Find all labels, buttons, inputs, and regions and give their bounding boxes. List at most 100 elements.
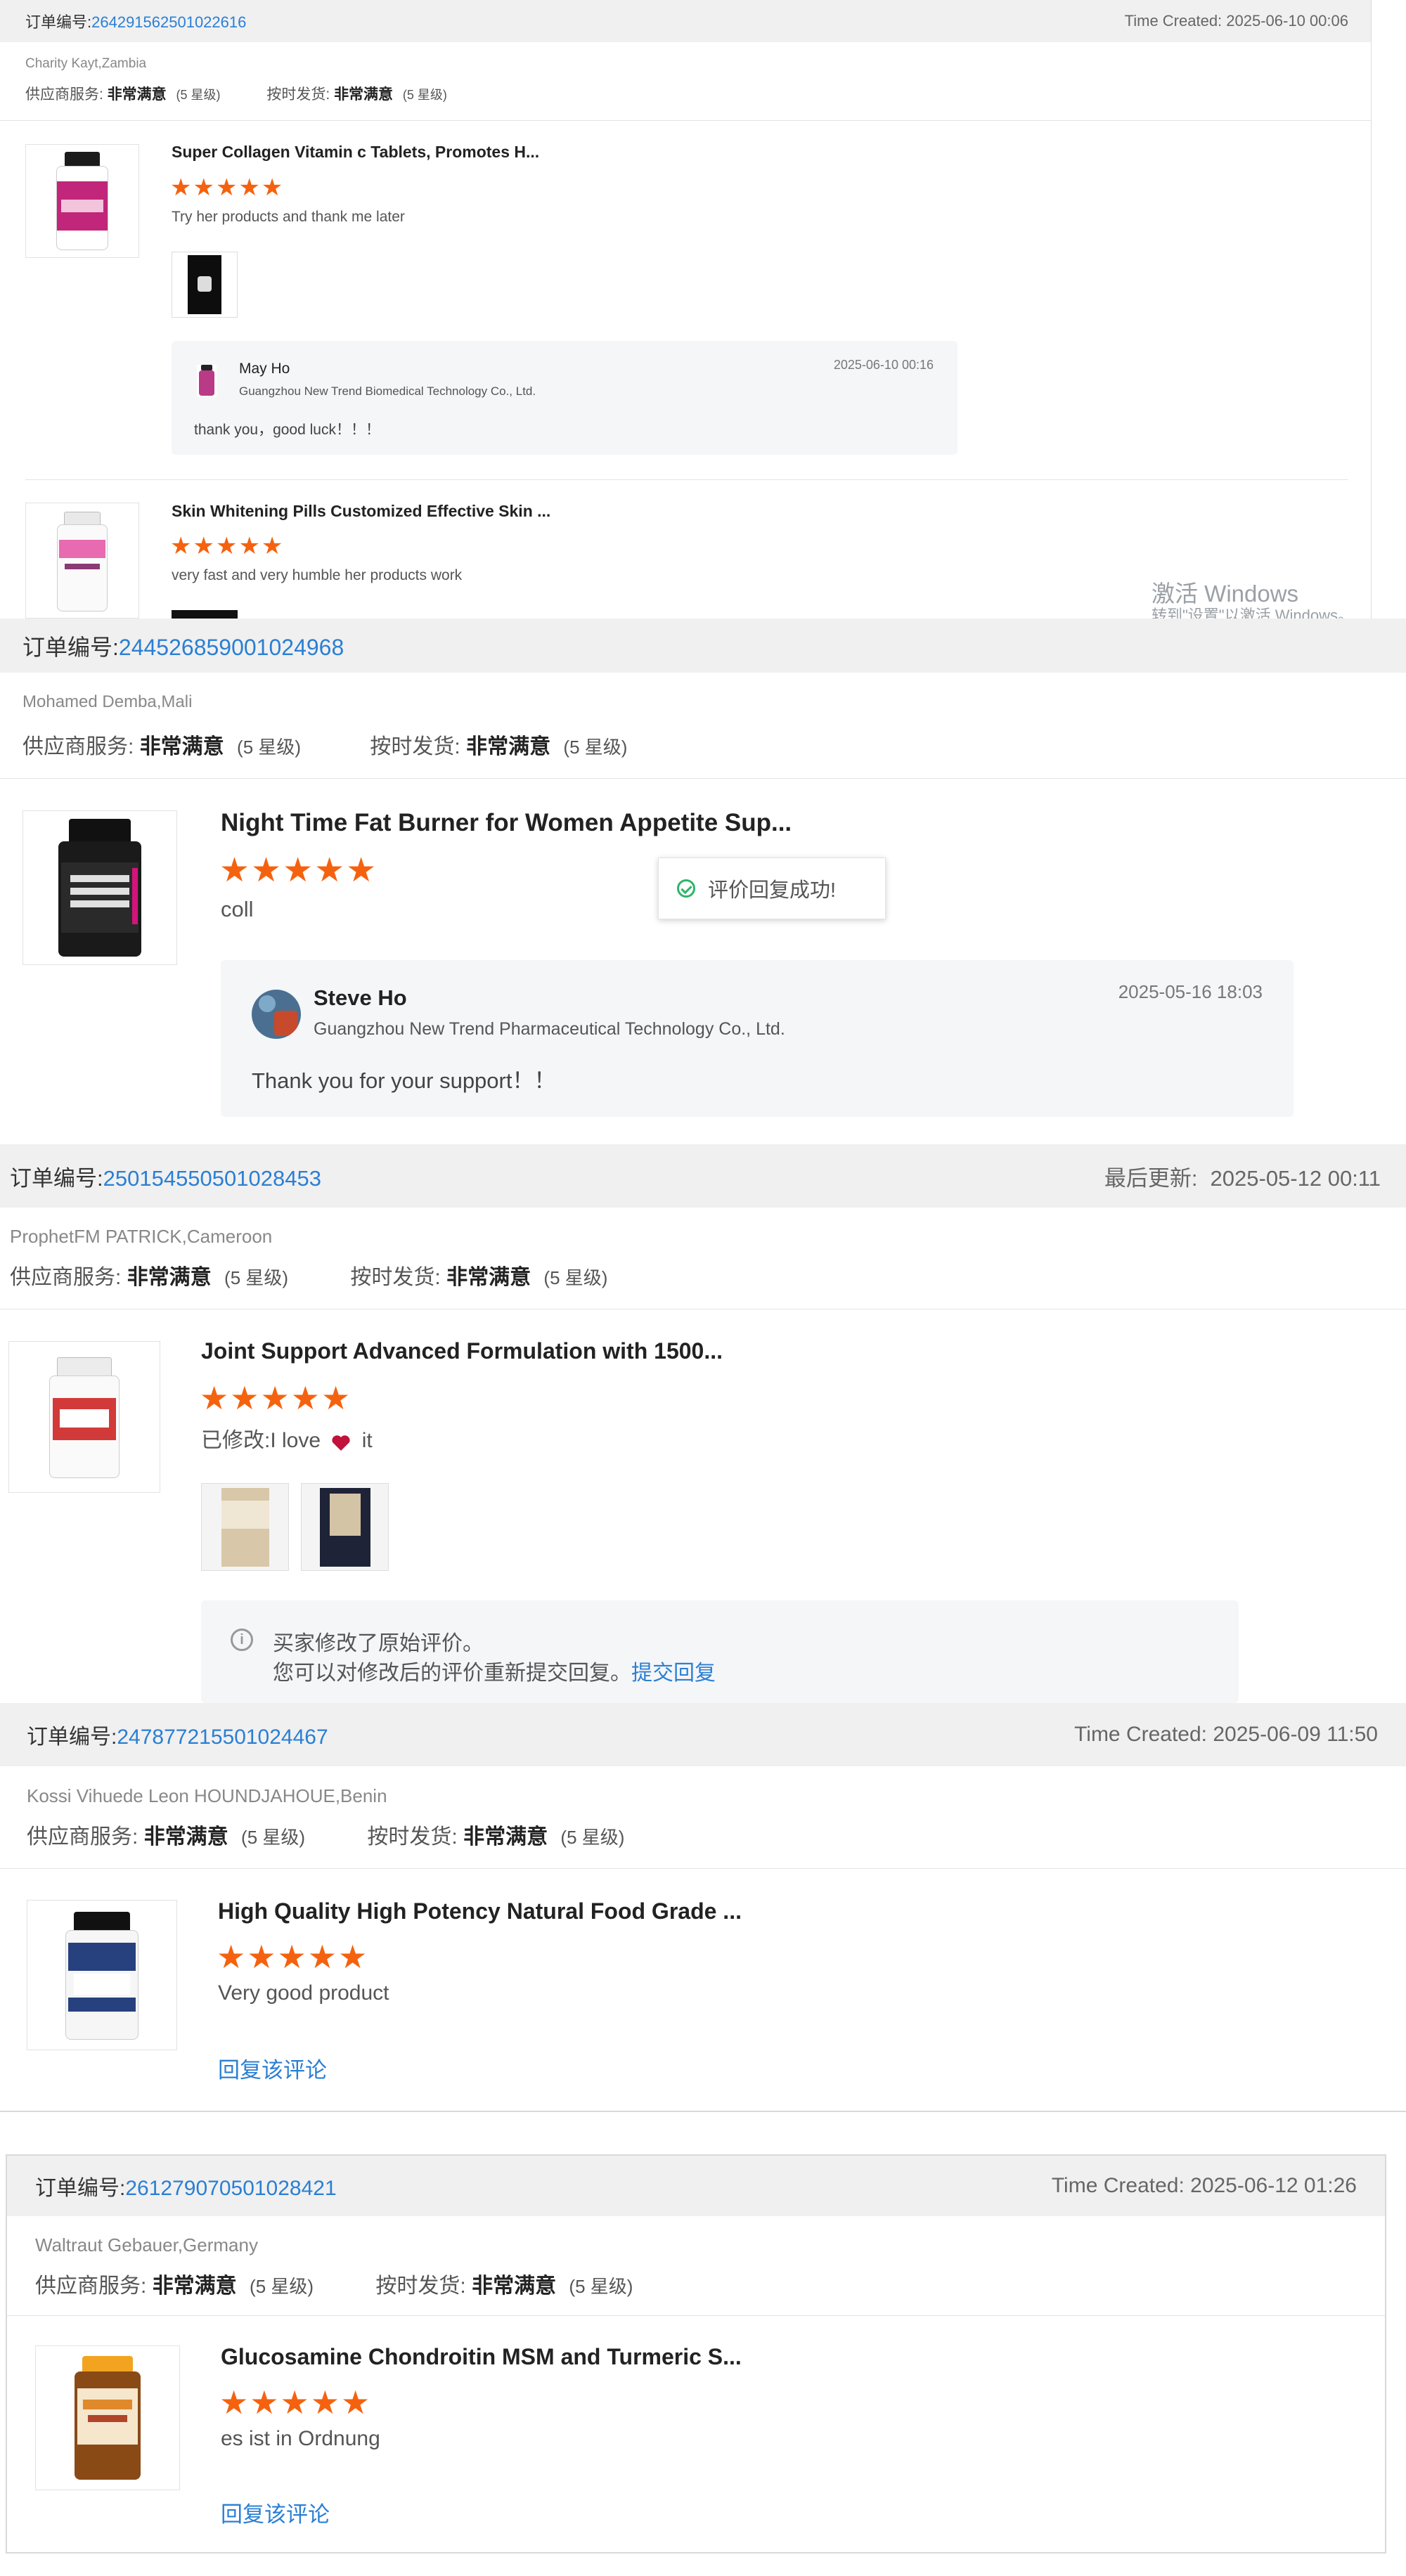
service-level: (5 星级) — [250, 2276, 314, 2297]
product-thumbnail[interactable] — [22, 810, 177, 965]
order-number-label: 订单编号: — [25, 13, 92, 31]
modified-comment-text: 已修改:I love — [201, 1429, 321, 1452]
buyer-name: ProphetFM PATRICK,Cameroon — [10, 1226, 273, 1247]
star-rating: ★★★★★ — [170, 533, 285, 559]
reply-to-review-link[interactable]: 回复该评论 — [218, 2052, 327, 2084]
time-created: Time Created: 2025-06-09 11:50 — [1074, 1723, 1378, 1746]
star-rating: ★★★★★ — [219, 2384, 372, 2421]
reply-to-review-link[interactable]: 回复该评论 — [221, 2497, 330, 2528]
service-level: (5 星级) — [224, 1267, 289, 1288]
order-number-link[interactable]: 250154550501028453 — [103, 1166, 321, 1191]
order-number-link[interactable]: 264291562501022616 — [91, 13, 246, 31]
order-header: 订单编号:261279070501028421 Time Created: 20… — [7, 2156, 1385, 2216]
reply-text: Thank you for your support！！ — [252, 1068, 556, 1093]
reply-date: 2025-06-10 00:16 — [833, 358, 934, 372]
order-number-label: 订单编号: — [35, 2177, 126, 2200]
review-photo[interactable] — [172, 610, 238, 619]
order-header: 订单编号:264291562501022616 Time Created: 20… — [0, 0, 1371, 42]
shipping-level: (5 星级) — [560, 1827, 625, 1848]
review-photo[interactable] — [301, 1483, 389, 1571]
seller-reply: Steve Ho Guangzhou New Trend Pharmaceuti… — [221, 960, 1294, 1117]
joint-support-bottle-image — [49, 1357, 120, 1478]
reply-text: thank you，good luck！！！ — [194, 422, 380, 438]
review-comment: es ist in Ordnung — [221, 2427, 380, 2450]
toast-message: 评价回复成功! — [708, 879, 837, 902]
skin-whitening-bottle-image — [56, 511, 108, 611]
product-thumbnail[interactable] — [27, 1900, 177, 2050]
order-number-link[interactable]: 244526859001024968 — [119, 635, 344, 660]
product-title[interactable]: High Quality High Potency Natural Food G… — [218, 1898, 742, 1924]
review-comment: Very good product — [218, 1981, 389, 2005]
order-card-5: 订单编号:261279070501028421 Time Created: 20… — [6, 2154, 1386, 2554]
service-label: 供应商服务: — [22, 735, 134, 758]
product-title[interactable]: Joint Support Advanced Formulation with … — [201, 1338, 723, 1364]
last-updated-label: 最后更新: — [1104, 1165, 1198, 1191]
order-number-label: 订单编号: — [27, 1726, 117, 1749]
success-toast: 评价回复成功! — [658, 857, 886, 919]
order-card-1: 订单编号:264291562501022616 Time Created: 20… — [0, 0, 1372, 619]
check-circle-icon — [677, 879, 695, 898]
review-comment: coll — [221, 897, 254, 921]
reply-company: Guangzhou New Trend Pharmaceutical Techn… — [314, 1019, 785, 1039]
shipping-level: (5 星级) — [563, 737, 628, 758]
product-thumbnail[interactable] — [8, 1341, 160, 1493]
submit-reply-link[interactable]: 提交回复 — [631, 1662, 716, 1685]
product-thumbnail[interactable] — [25, 144, 139, 258]
buyer-name: Mohamed Demba,Mali — [22, 692, 193, 711]
service-rating: 非常满意 — [152, 2274, 237, 2298]
product-thumbnail[interactable] — [25, 503, 139, 619]
garlic-bottle-image — [65, 1912, 138, 2040]
product-title[interactable]: Glucosamine Chondroitin MSM and Turmeric… — [221, 2344, 742, 2370]
buyer-name: Charity Kayt,Zambia — [25, 56, 147, 71]
last-updated-value: 2025-05-12 00:11 — [1210, 1165, 1381, 1191]
order-header: 订单编号:244526859001024968 — [0, 619, 1406, 673]
order-number-label: 订单编号: — [22, 634, 119, 660]
star-rating: ★★★★★ — [170, 174, 285, 201]
shipping-rating: 非常满意 — [472, 2274, 557, 2298]
order-number-link[interactable]: 247877215501024467 — [117, 1726, 328, 1749]
star-rating: ★★★★★ — [217, 1939, 369, 1975]
shipping-rating: 非常满意 — [334, 86, 394, 103]
time-created: Time Created: 2025-06-10 00:06 — [1124, 12, 1348, 30]
divider — [0, 120, 1371, 121]
collagen-bottle-image — [54, 152, 110, 250]
buyer-name: Kossi Vihuede Leon HOUNDJAHOUE,Benin — [27, 1785, 387, 1806]
service-level: (5 星级) — [176, 88, 221, 102]
order-header: 订单编号:250154550501028453 最后更新: 2025-05-12 … — [0, 1144, 1406, 1208]
shipping-label: 按时发货: — [375, 2274, 466, 2298]
product-thumbnail[interactable] — [35, 2345, 180, 2490]
shipping-level: (5 星级) — [402, 88, 447, 102]
seller-ratings: 供应商服务: 非常满意 (5 星级) 按时发货: 非常满意 (5 星级) — [35, 2268, 633, 2299]
reply-author: Steve Ho — [314, 985, 407, 1010]
windows-activation-subtitle: 转到"设置"以激活 Windows。 — [1152, 607, 1353, 619]
divider — [7, 2315, 1385, 2316]
order-card-2: 订单编号:244526859001024968 Mohamed Demba,Ma… — [0, 619, 1406, 1144]
shipping-label: 按时发货: — [367, 1825, 458, 1849]
service-label: 供应商服务: — [25, 86, 103, 103]
time-created: Time Created: 2025-06-12 01:26 — [1051, 2174, 1357, 2197]
divider — [0, 778, 1406, 779]
divider — [0, 2111, 1406, 2112]
order-number-label: 订单编号: — [10, 1165, 103, 1191]
last-updated: 最后更新: 2025-05-12 00:11 — [1104, 1160, 1381, 1192]
review-photo[interactable] — [172, 252, 238, 318]
reply-date: 2025-05-16 18:03 — [1118, 981, 1263, 1002]
seller-reply: May Ho Guangzhou New Trend Biomedical Te… — [172, 341, 957, 455]
divider — [0, 1868, 1406, 1869]
review-comment: Try her products and thank me later — [172, 209, 405, 225]
seller-ratings: 供应商服务: 非常满意 (5 星级) 按时发货: 非常满意 (5 星级) — [22, 729, 627, 760]
seller-ratings: 供应商服务: 非常满意 (5 星级) 按时发货: 非常满意 (5 星级) — [25, 83, 447, 104]
modified-review-notice: i 买家修改了原始评价。 您可以对修改后的评价重新提交回复。提交回复 — [201, 1600, 1239, 1703]
shipping-level: (5 星级) — [543, 1267, 608, 1288]
shipping-label: 按时发货: — [370, 735, 460, 758]
service-label: 供应商服务: — [35, 2274, 147, 2298]
seller-ratings: 供应商服务: 非常满意 (5 星级) 按时发货: 非常满意 (5 星级) — [10, 1260, 607, 1290]
product-title[interactable]: Night Time Fat Burner for Women Appetite… — [221, 809, 792, 837]
info-icon: i — [231, 1629, 253, 1651]
service-label: 供应商服务: — [27, 1825, 138, 1849]
order-number-link[interactable]: 261279070501028421 — [125, 2177, 336, 2200]
product-title[interactable]: Skin Whitening Pills Customized Effectiv… — [172, 502, 550, 521]
service-rating: 非常满意 — [127, 1266, 212, 1289]
product-title[interactable]: Super Collagen Vitamin c Tablets, Promot… — [172, 143, 539, 162]
review-photo[interactable] — [201, 1483, 289, 1571]
